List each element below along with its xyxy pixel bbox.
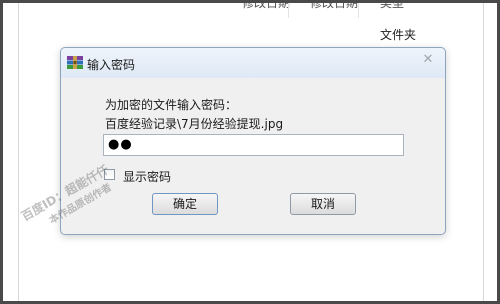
show-password-checkbox[interactable] [104, 169, 115, 180]
column-header-date-1[interactable]: 修改日期 [242, 0, 290, 14]
password-input[interactable]: ●● [103, 134, 404, 156]
winrar-archive-icon [67, 56, 83, 69]
column-header-type[interactable]: 类型 [380, 0, 404, 14]
file-type-value: 文件夹 [380, 28, 417, 42]
column-header-date-2[interactable]: 修改日期 [310, 0, 358, 14]
background-column-header: 修改日期 修改日期 类型 文件夹 [230, 0, 460, 46]
password-dialog: 输入密码 ✕ 为加密的文件输入密码： 百度经验记录\7月份经验提现.jpg ●●… [60, 47, 446, 235]
column-separator [358, 0, 359, 18]
show-password-label[interactable]: 显示密码 [123, 168, 171, 185]
dialog-content: 为加密的文件输入密码： 百度经验记录\7月份经验提现.jpg ●● 显示密码 确… [62, 78, 444, 233]
column-separator [288, 0, 289, 18]
encrypted-file-path: 百度经验记录\7月份经验提现.jpg [105, 117, 284, 131]
password-prompt: 为加密的文件输入密码： [105, 98, 238, 112]
close-icon[interactable]: ✕ [419, 52, 437, 68]
cancel-button[interactable]: 取消 [290, 193, 356, 215]
ok-button[interactable]: 确定 [152, 193, 218, 215]
dialog-titlebar[interactable]: 输入密码 ✕ [61, 48, 445, 78]
dialog-title: 输入密码 [87, 58, 136, 72]
